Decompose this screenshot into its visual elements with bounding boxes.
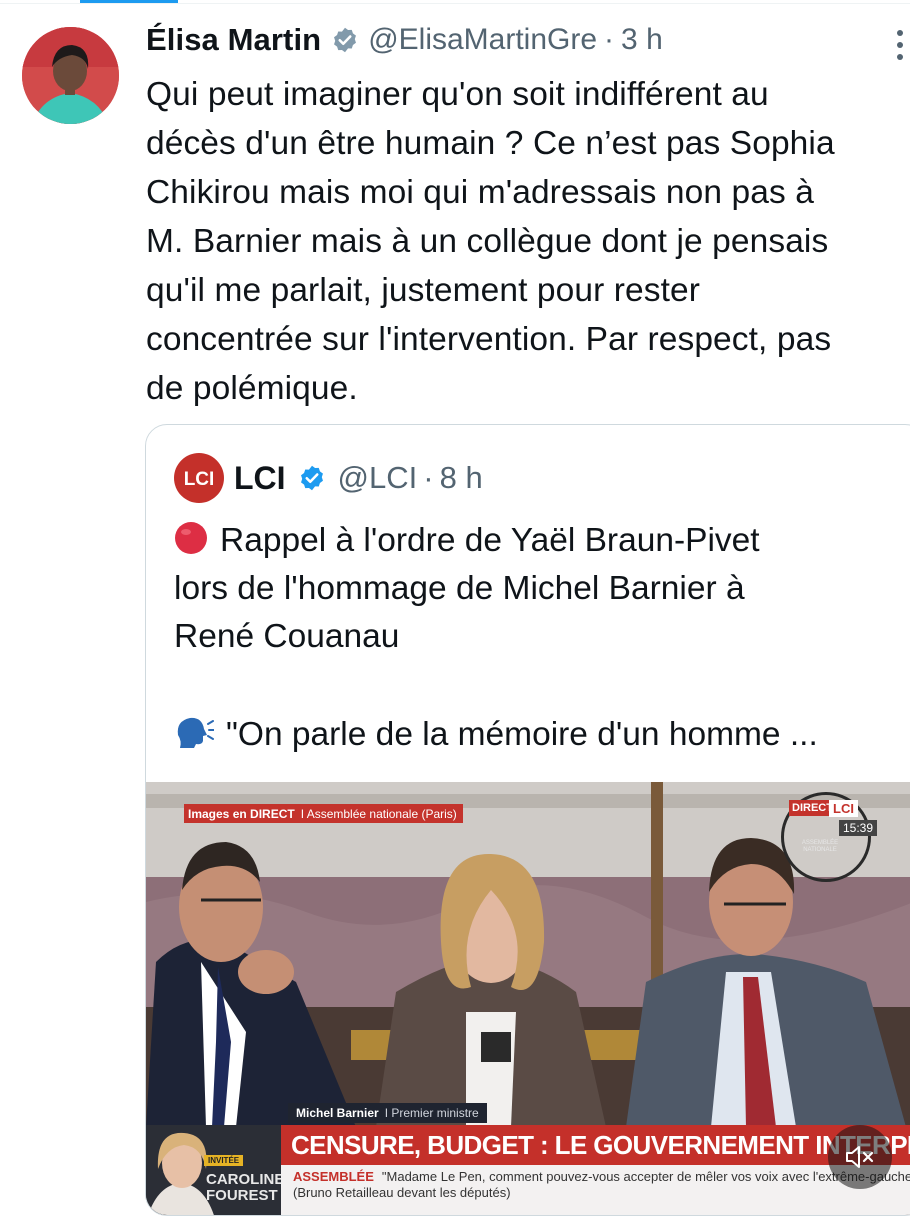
ticker-text: "Madame Le Pen, comment pouvez-vous acce…: [293, 1169, 910, 1200]
red-circle-icon: [175, 522, 207, 554]
quoted-author-handle[interactable]: @LCI: [338, 460, 418, 496]
news-ticker: ASSEMBLÉE "Madame Le Pen, comment pouvez-…: [281, 1165, 910, 1215]
live-tag-place: I Assemblée nationale (Paris): [300, 806, 457, 821]
headline-banner: CENSURE, BUDGET : LE GOUVERNEMENT INTERP…: [281, 1125, 910, 1165]
quoted-text-line-4: "On parle de la mémoire d'un homme ...: [174, 711, 818, 759]
bug-assembly: ASSEMBLÉE NATIONALE: [801, 840, 839, 853]
quoted-timestamp[interactable]: 8 h: [440, 460, 483, 496]
speaker-name: Michel Barnier: [296, 1106, 379, 1120]
channel-bug: DIRECT LCI 15:39 ASSEMBLÉE NATIONALE: [781, 792, 881, 882]
quoted-text: "On parle de la mémoire d'un homme ...: [226, 716, 818, 753]
lower-third-name: Michel Barnier I Premier ministre: [288, 1103, 487, 1123]
author-handle[interactable]: @ElisaMartinGre: [368, 23, 597, 57]
guest-panel: INVITÉE CAROLINE FOUREST: [146, 1125, 281, 1215]
quoted-text: Rappel à l'ordre de Yaël Braun-Pivet: [220, 522, 760, 559]
bug-time: 15:39: [839, 820, 878, 836]
divider: [0, 3, 910, 4]
live-tag-title: Images en DIRECT: [188, 806, 295, 821]
verified-badge-icon: [300, 465, 323, 491]
speaker-role: I Premier ministre: [384, 1106, 479, 1120]
live-tag: Images en DIRECT I Assemblée nationale (…: [184, 804, 463, 823]
guest-label: INVITÉE: [204, 1155, 244, 1166]
video-player[interactable]: Images en DIRECT I Assemblée nationale (…: [146, 782, 910, 1215]
svg-text:LCI: LCI: [184, 469, 215, 490]
quoted-text-line-3: René Couanau: [174, 618, 400, 655]
separator: ·: [423, 460, 434, 495]
separator: ·: [604, 23, 615, 56]
quoted-text-line-2: lors de l'hommage de Michel Barnier à: [174, 570, 745, 607]
quoted-author-name[interactable]: LCI: [234, 460, 286, 497]
avatar[interactable]: [22, 27, 119, 124]
ticker-tag: ASSEMBLÉE: [293, 1169, 374, 1184]
tweet-header: Élisa Martin @ElisaMartinGre · 3 h: [146, 22, 663, 58]
avatar-photo: [22, 27, 119, 124]
speaking-head-icon: [177, 717, 214, 748]
guest-name: CAROLINE FOUREST: [206, 1171, 281, 1204]
quoted-text-line-1: Rappel à l'ordre de Yaël Braun-Pivet: [174, 517, 760, 565]
quoted-tweet[interactable]: LCI LCI @LCI · 8 h Rappel à l'ordre de Y…: [145, 424, 910, 1216]
speaker-muted-icon: [846, 1146, 874, 1168]
verified-badge-icon: [334, 27, 357, 53]
quoted-tweet-header: LCI LCI @LCI · 8 h: [174, 453, 483, 503]
lci-logo-icon[interactable]: LCI: [174, 453, 224, 503]
timestamp[interactable]: 3 h: [621, 23, 663, 57]
more-options-icon[interactable]: [896, 28, 904, 62]
tweet-text: Qui peut imaginer qu'on soit indifférent…: [146, 76, 835, 407]
author-name[interactable]: Élisa Martin: [146, 22, 321, 58]
bug-lci: LCI: [829, 800, 858, 817]
mute-button[interactable]: [828, 1125, 892, 1189]
